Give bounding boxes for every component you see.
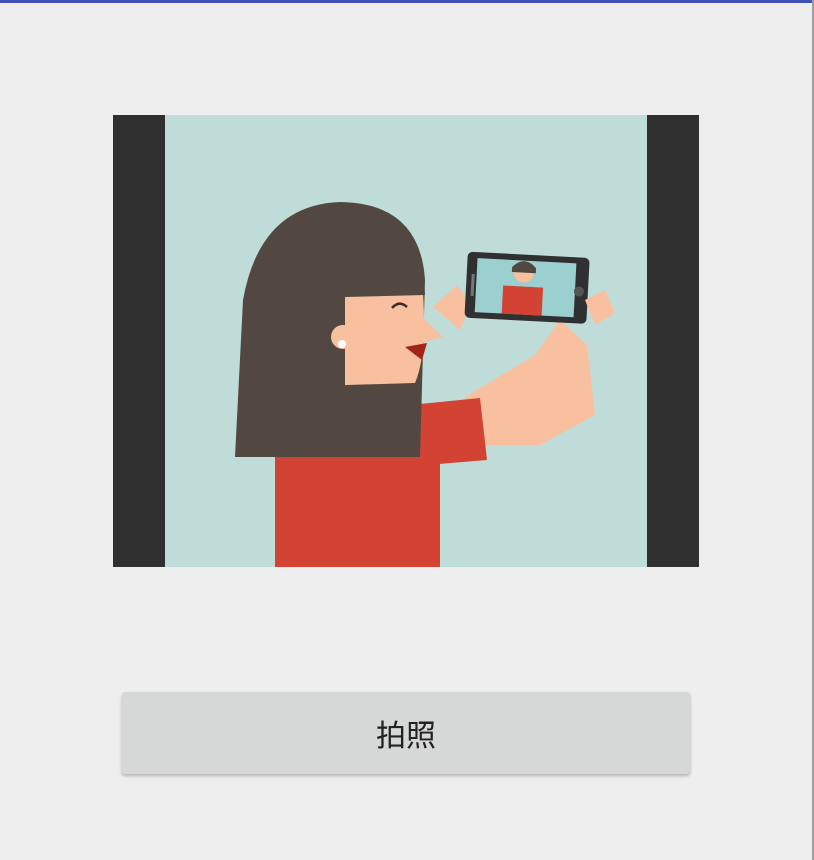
selfie-illustration xyxy=(165,115,647,567)
photo-preview xyxy=(113,115,699,567)
top-accent-bar xyxy=(0,0,814,3)
capture-button[interactable]: 拍照 xyxy=(122,692,690,774)
